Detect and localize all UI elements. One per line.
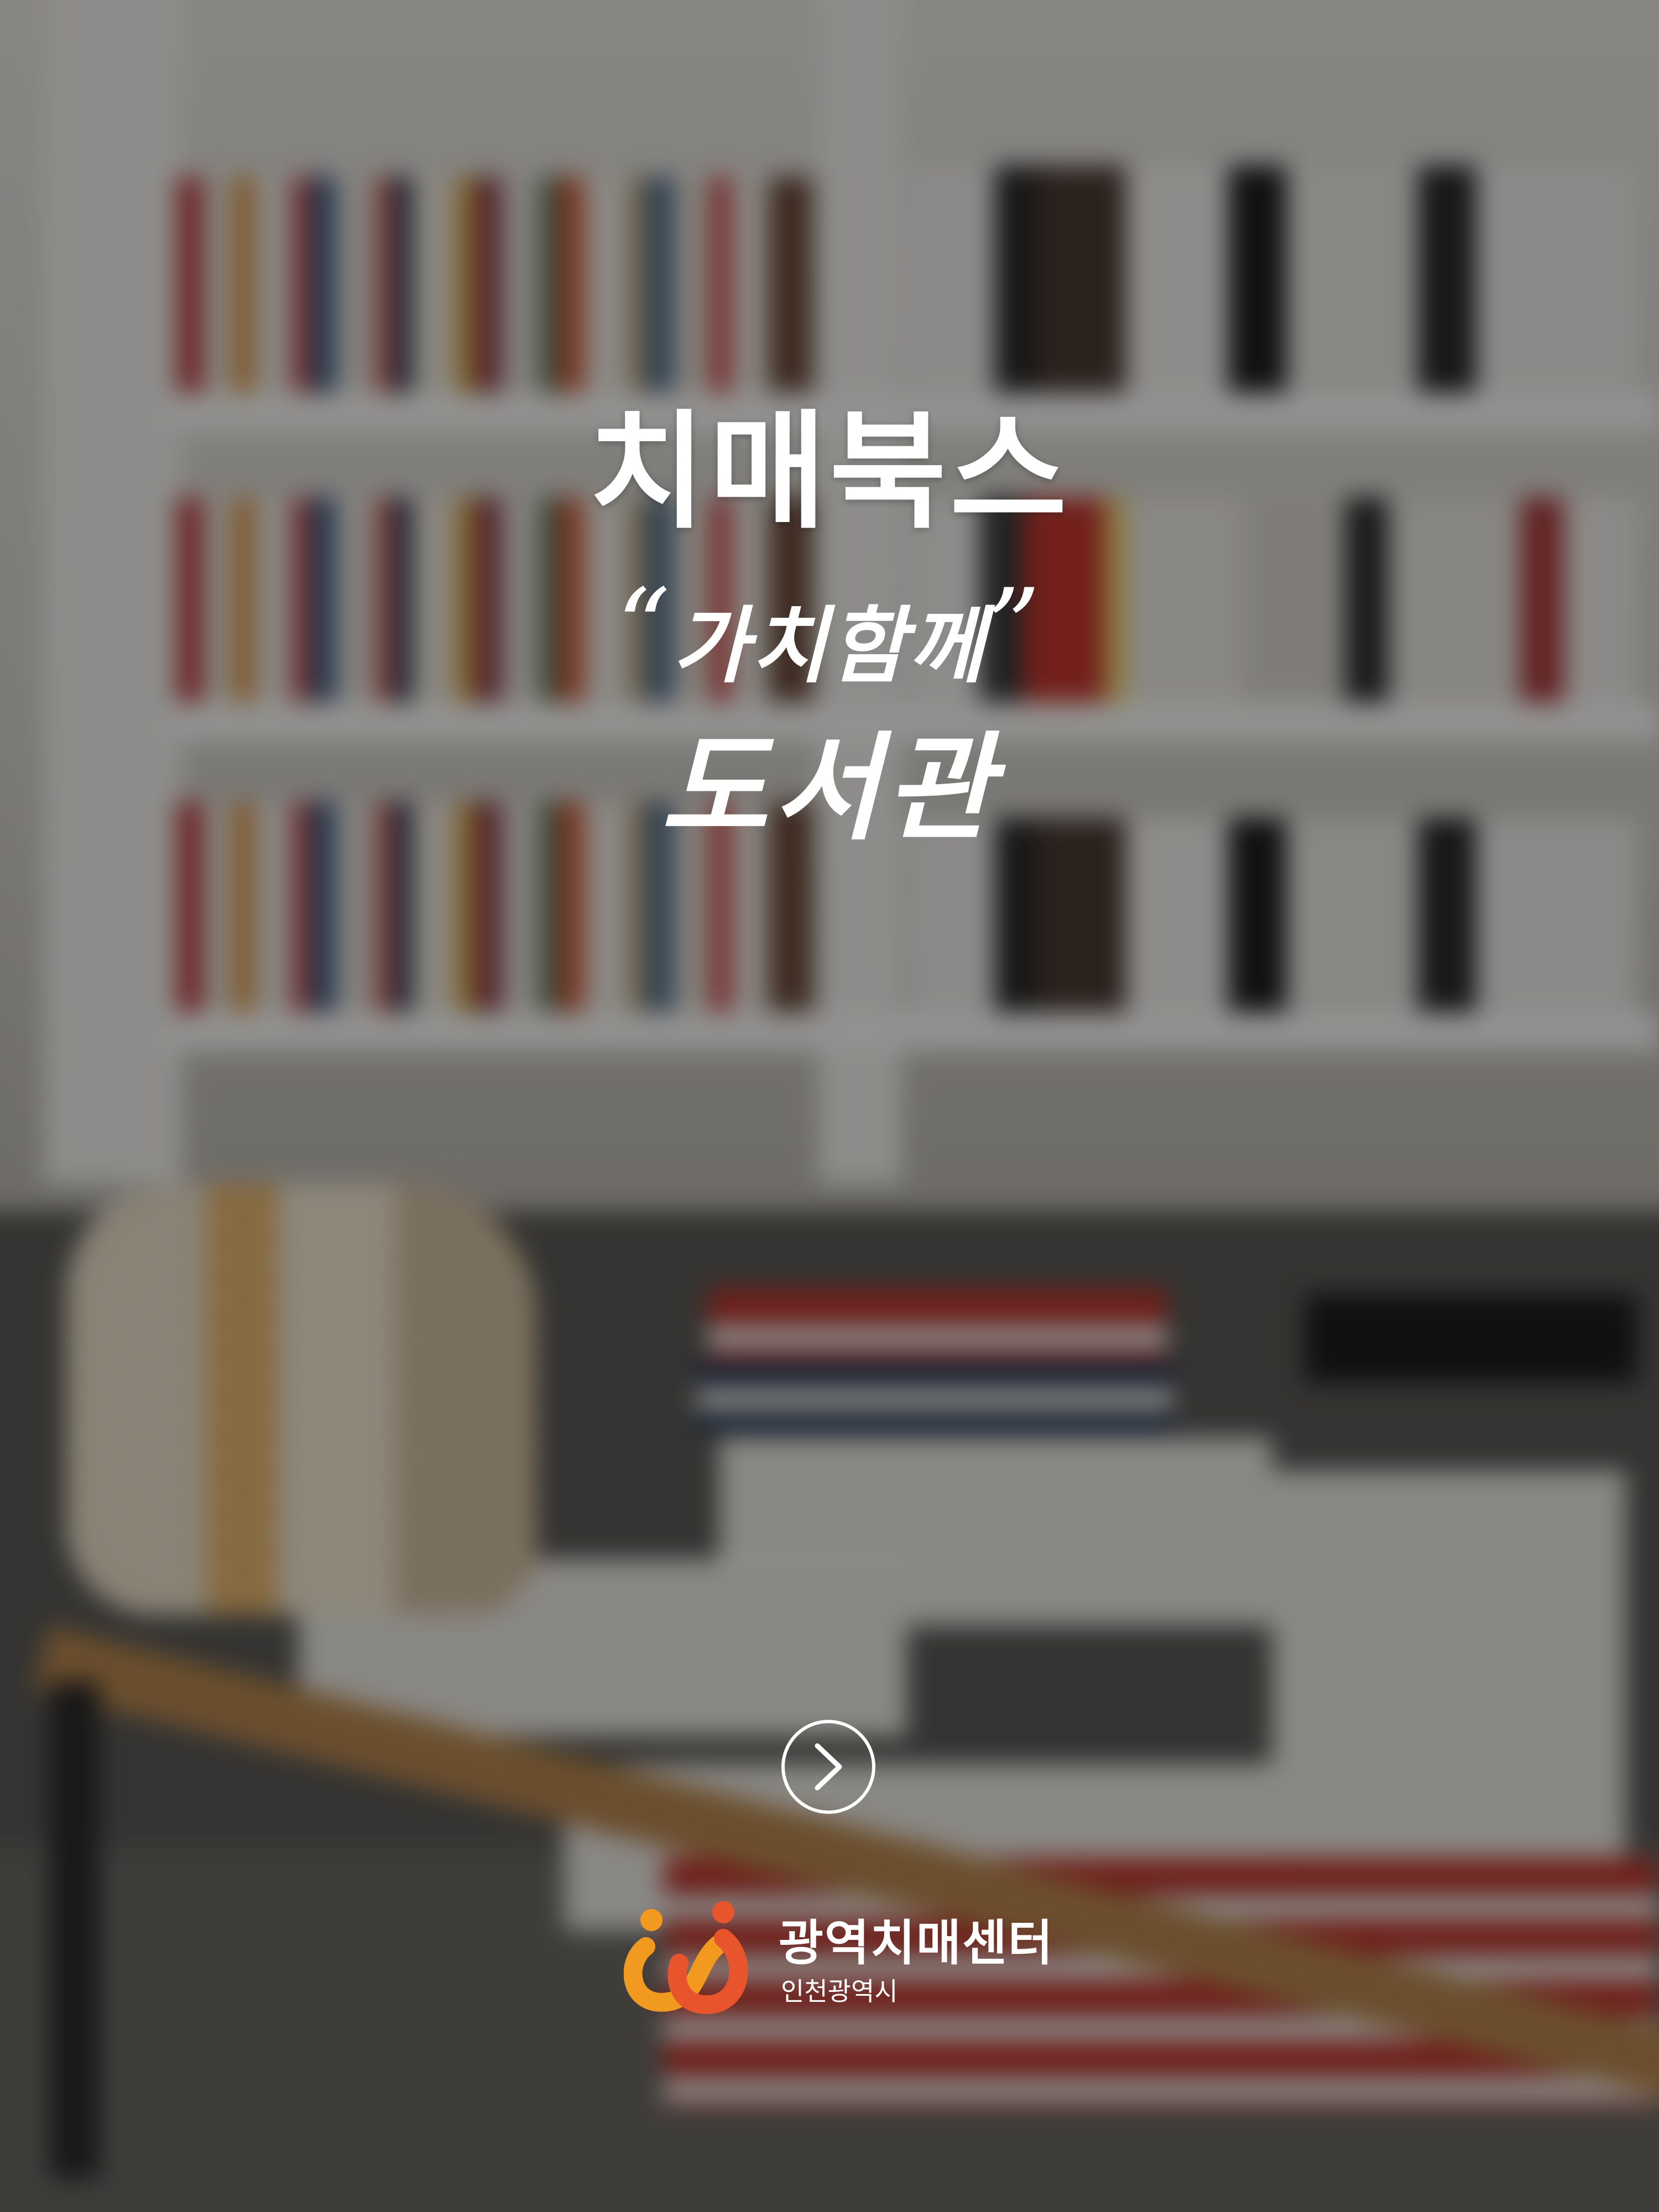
organization-region: 인천광역시 [781,1976,898,2006]
subtitle-library: 도서관 [661,719,998,856]
open-quote: “ [616,566,672,688]
dementia-center-logo-icon [624,1901,748,2015]
tagline: “가치함께” [0,575,1659,691]
organization-logo: 광역치매센터 인천광역시 [624,1897,1066,2018]
background-photo [0,0,1659,2212]
app-title: 치매북스 [588,399,1071,546]
next-button[interactable] [781,1720,875,1814]
organization-name: 광역치매센터 [779,1914,1054,1971]
close-quote: ” [987,566,1043,688]
tagline-text: 가치함께 [672,597,987,695]
chevron-right-icon [815,1743,842,1791]
